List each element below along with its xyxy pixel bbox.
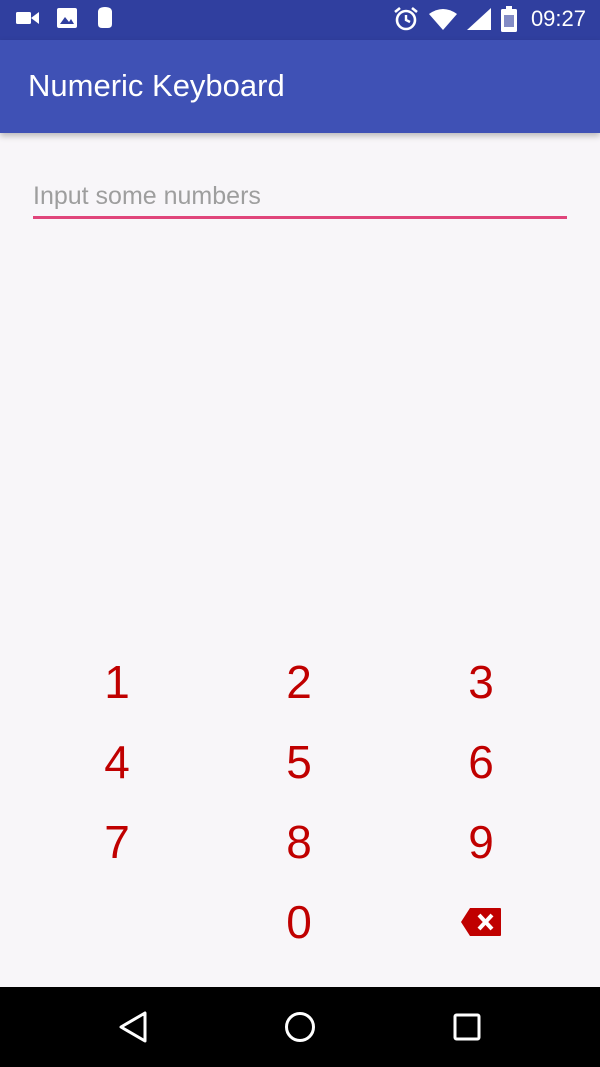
navigation-bar bbox=[0, 987, 600, 1067]
key-6[interactable]: 6 bbox=[390, 722, 572, 802]
key-0[interactable]: 0 bbox=[208, 882, 390, 962]
status-right-icons: 09:27 bbox=[393, 6, 586, 32]
status-time: 09:27 bbox=[530, 6, 586, 31]
app-title: Numeric Keyboard bbox=[28, 68, 285, 103]
recents-button[interactable] bbox=[445, 1005, 489, 1049]
input-underline bbox=[33, 216, 567, 219]
key-8[interactable]: 8 bbox=[208, 802, 390, 882]
delete-key[interactable] bbox=[390, 882, 572, 962]
notification-icon bbox=[94, 6, 116, 30]
image-icon bbox=[56, 7, 78, 29]
home-icon bbox=[284, 1011, 316, 1043]
back-icon bbox=[118, 1011, 148, 1043]
key-4[interactable]: 4 bbox=[26, 722, 208, 802]
app-bar: Numeric Keyboard bbox=[0, 40, 600, 133]
numeric-keypad: 1 2 3 4 5 6 7 8 9 0 bbox=[26, 642, 574, 962]
key-1[interactable]: 1 bbox=[26, 642, 208, 722]
status-bar: 09:27 bbox=[0, 0, 600, 40]
key-7[interactable]: 7 bbox=[26, 802, 208, 882]
wifi-icon bbox=[428, 8, 457, 30]
number-input[interactable] bbox=[33, 176, 567, 216]
video-icon bbox=[16, 9, 40, 27]
status-left-icons bbox=[16, 6, 116, 30]
key-9[interactable]: 9 bbox=[390, 802, 572, 882]
key-3[interactable]: 3 bbox=[390, 642, 572, 722]
alarm-icon bbox=[393, 6, 419, 32]
backspace-icon bbox=[460, 907, 502, 937]
key-5[interactable]: 5 bbox=[208, 722, 390, 802]
number-input-container bbox=[33, 176, 567, 220]
back-button[interactable] bbox=[111, 1005, 155, 1049]
battery-icon bbox=[500, 6, 517, 32]
home-button[interactable] bbox=[278, 1005, 322, 1049]
signal-icon bbox=[466, 8, 491, 30]
key-2[interactable]: 2 bbox=[208, 642, 390, 722]
recents-icon bbox=[453, 1013, 481, 1041]
